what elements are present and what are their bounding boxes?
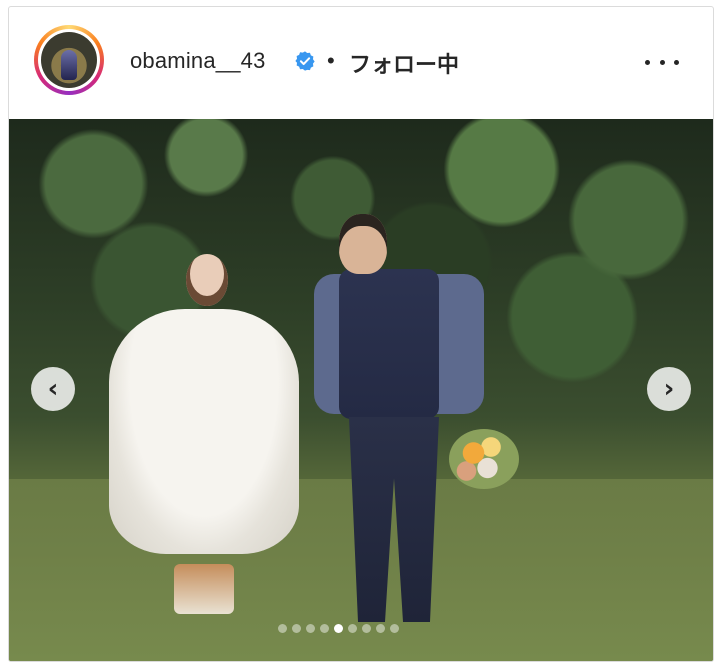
- carousel-dot: [320, 624, 329, 633]
- bride-dress: [109, 309, 299, 554]
- groom: [339, 214, 387, 274]
- carousel-indicator: [278, 624, 399, 634]
- story-ring[interactable]: [34, 25, 104, 95]
- bride-shoes: [174, 564, 234, 614]
- carousel-dot: [334, 624, 343, 633]
- carousel-dot: [348, 624, 357, 633]
- carousel-dot: [278, 624, 287, 633]
- carousel-dot: [362, 624, 371, 633]
- flower-bouquet: [449, 429, 519, 489]
- bride: [186, 254, 228, 306]
- carousel-dot: [292, 624, 301, 633]
- following-button[interactable]: フォロー中: [349, 47, 459, 79]
- chevron-right-icon[interactable]: ›: [647, 367, 691, 411]
- verified-badge-icon: [295, 51, 315, 71]
- avatar[interactable]: [41, 32, 97, 88]
- username-link[interactable]: obamina__43: [130, 48, 266, 74]
- chevron-left-icon[interactable]: ‹: [31, 367, 75, 411]
- carousel-dot: [376, 624, 385, 633]
- separator-dot: •: [327, 48, 335, 73]
- carousel-dot: [306, 624, 315, 633]
- post-header: obamina__43 • フォロー中: [9, 7, 713, 119]
- instagram-post: obamina__43 • フォロー中 ‹ ›: [8, 6, 714, 662]
- carousel-dot: [390, 624, 399, 633]
- more-options-icon[interactable]: [645, 55, 679, 69]
- groom-vest: [339, 269, 439, 419]
- post-photo[interactable]: ‹ ›: [9, 119, 713, 661]
